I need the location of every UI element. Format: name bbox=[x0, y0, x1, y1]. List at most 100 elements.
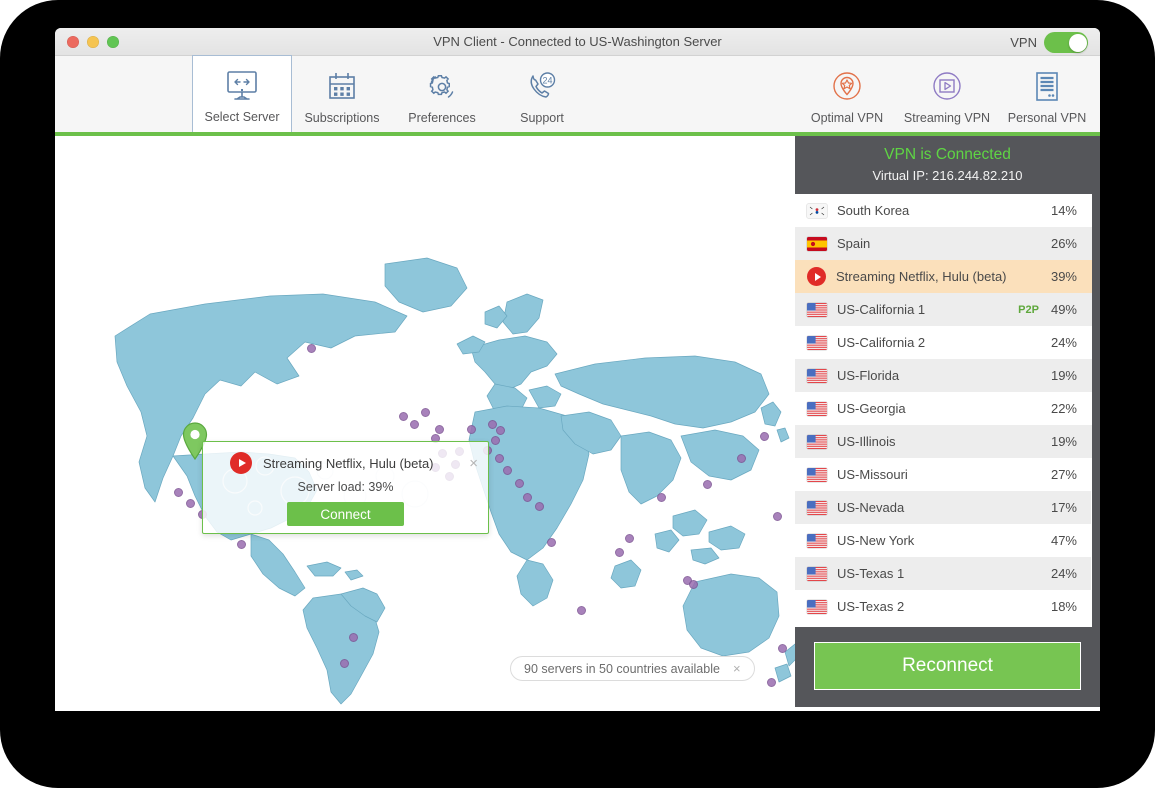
phone-24-icon: 24 bbox=[524, 68, 560, 106]
server-row[interactable]: US-Nevada 17% bbox=[795, 491, 1092, 524]
map-node[interactable] bbox=[773, 512, 782, 521]
map-node[interactable] bbox=[307, 344, 316, 353]
map-node[interactable] bbox=[547, 538, 556, 547]
toolbar-item-optimal-vpn[interactable]: Optimal VPN bbox=[797, 56, 897, 136]
server-row[interactable]: US-Georgia 22% bbox=[795, 392, 1092, 425]
map-node[interactable] bbox=[737, 454, 746, 463]
server-name: US-Florida bbox=[837, 368, 900, 383]
main-body: Streaming Netflix, Hulu (beta) × Server … bbox=[55, 136, 1100, 707]
map-node[interactable] bbox=[410, 420, 419, 429]
map-node[interactable] bbox=[491, 436, 500, 445]
server-row[interactable]: US-Florida 19% bbox=[795, 359, 1092, 392]
map-node[interactable] bbox=[503, 466, 512, 475]
server-load: 47% bbox=[1050, 533, 1077, 548]
map-node[interactable] bbox=[523, 493, 532, 502]
map-node[interactable] bbox=[515, 479, 524, 488]
flag-icon-us bbox=[807, 368, 827, 383]
server-row[interactable]: US-Texas 2 18% bbox=[795, 590, 1092, 623]
map-node[interactable] bbox=[760, 432, 769, 441]
server-row[interactable]: US-California 2 24% bbox=[795, 326, 1092, 359]
close-window-button[interactable] bbox=[67, 36, 79, 48]
vpn-toggle-switch[interactable] bbox=[1044, 32, 1088, 53]
map-node[interactable] bbox=[467, 425, 476, 434]
server-row[interactable]: US-New York 47% bbox=[795, 524, 1092, 557]
map-node[interactable] bbox=[421, 408, 430, 417]
server-name: US-Georgia bbox=[837, 401, 906, 416]
server-count-text: 90 servers in 50 countries available bbox=[524, 661, 720, 676]
toolbar-item-personal-vpn[interactable]: Personal VPN bbox=[997, 56, 1097, 136]
server-load: 18% bbox=[1050, 599, 1077, 614]
svg-text:24: 24 bbox=[542, 75, 552, 85]
server-row[interactable]: Spain 26% bbox=[795, 227, 1092, 260]
server-row[interactable]: South Korea 14% bbox=[795, 194, 1092, 227]
red-play-icon bbox=[807, 267, 826, 286]
server-load: 19% bbox=[1050, 368, 1077, 383]
map-node[interactable] bbox=[174, 488, 183, 497]
server-load: 14% bbox=[1050, 203, 1077, 218]
server-load: 39% bbox=[1050, 269, 1077, 284]
toolbar-label-streaming-vpn: Streaming VPN bbox=[903, 110, 991, 125]
server-row[interactable]: US-California 1 P2P 49% bbox=[795, 293, 1092, 326]
toolbar-item-subscriptions[interactable]: Subscriptions bbox=[292, 56, 392, 136]
toolbar-item-preferences[interactable]: Preferences bbox=[392, 56, 492, 136]
toolbar-label-preferences: Preferences bbox=[408, 110, 476, 125]
toolbar-label-personal-vpn: Personal VPN bbox=[1007, 110, 1087, 125]
flag-icon-es bbox=[807, 236, 827, 251]
map-node[interactable] bbox=[625, 534, 634, 543]
map-node[interactable] bbox=[399, 412, 408, 421]
map-node[interactable] bbox=[689, 580, 698, 589]
server-row[interactable]: US-Missouri 27% bbox=[795, 458, 1092, 491]
server-row[interactable]: US-Illinois 19% bbox=[795, 425, 1092, 458]
server-name: US-Illinois bbox=[837, 434, 896, 449]
reconnect-area: Reconnect bbox=[795, 627, 1100, 707]
server-popup-load: Server load: 39% bbox=[297, 480, 394, 494]
map-node[interactable] bbox=[435, 425, 444, 434]
server-name: South Korea bbox=[837, 203, 910, 218]
server-row[interactable]: US-Texas 1 24% bbox=[795, 557, 1092, 590]
map-node[interactable] bbox=[657, 493, 666, 502]
toolbar-right-group: Optimal VPN Streaming VPN Personal VPN bbox=[797, 56, 1097, 136]
server-list[interactable]: South Korea 14% Spain 26% Streaming Netflix,… bbox=[795, 194, 1092, 627]
toolbar-item-streaming-vpn[interactable]: Streaming VPN bbox=[897, 56, 997, 136]
server-load: 26% bbox=[1050, 236, 1077, 251]
map-node[interactable] bbox=[615, 548, 624, 557]
map-node[interactable] bbox=[349, 633, 358, 642]
map-node[interactable] bbox=[340, 659, 349, 668]
map-node[interactable] bbox=[186, 499, 195, 508]
server-row[interactable]: Streaming Netflix, Hulu (beta) 39% bbox=[795, 260, 1092, 293]
toolbar-item-select-server[interactable]: Select Server bbox=[192, 55, 292, 136]
server-count-close-icon[interactable]: × bbox=[733, 661, 741, 676]
map-node[interactable] bbox=[778, 644, 787, 653]
gear-icon bbox=[424, 68, 460, 106]
map-node[interactable] bbox=[237, 540, 246, 549]
map-node[interactable] bbox=[496, 426, 505, 435]
vpn-toggle-group: VPN bbox=[1010, 32, 1088, 53]
world-map-graphic bbox=[114, 257, 795, 705]
server-name: Spain bbox=[837, 236, 871, 251]
calendar-icon bbox=[325, 68, 359, 106]
minimize-window-button[interactable] bbox=[87, 36, 99, 48]
toolbar-label-support: Support bbox=[520, 110, 564, 125]
map-node[interactable] bbox=[703, 480, 712, 489]
server-name: US-Texas 2 bbox=[837, 599, 905, 614]
map-node[interactable] bbox=[535, 502, 544, 511]
toolbar-item-support[interactable]: 24 Support bbox=[492, 56, 592, 136]
world-map[interactable]: Streaming Netflix, Hulu (beta) × Server … bbox=[55, 136, 795, 707]
server-load: 27% bbox=[1050, 467, 1077, 482]
server-load: 19% bbox=[1050, 434, 1077, 449]
map-node[interactable] bbox=[577, 606, 586, 615]
flag-icon-us bbox=[807, 500, 827, 515]
scrollbar-thumb[interactable] bbox=[1091, 489, 1092, 597]
flag-icon-us bbox=[807, 533, 827, 548]
server-name: US-Missouri bbox=[837, 467, 908, 482]
reconnect-button[interactable]: Reconnect bbox=[814, 642, 1081, 690]
vpn-toggle-label: VPN bbox=[1010, 35, 1037, 50]
server-list-icon bbox=[1030, 68, 1064, 106]
server-name: Streaming Netflix, Hulu (beta) bbox=[836, 269, 1007, 284]
map-node[interactable] bbox=[495, 454, 504, 463]
server-popup-close-icon[interactable]: × bbox=[469, 456, 478, 471]
map-node[interactable] bbox=[767, 678, 776, 687]
maximize-window-button[interactable] bbox=[107, 36, 119, 48]
connect-button[interactable]: Connect bbox=[287, 502, 404, 526]
server-list-scrollbar[interactable] bbox=[1090, 194, 1092, 627]
